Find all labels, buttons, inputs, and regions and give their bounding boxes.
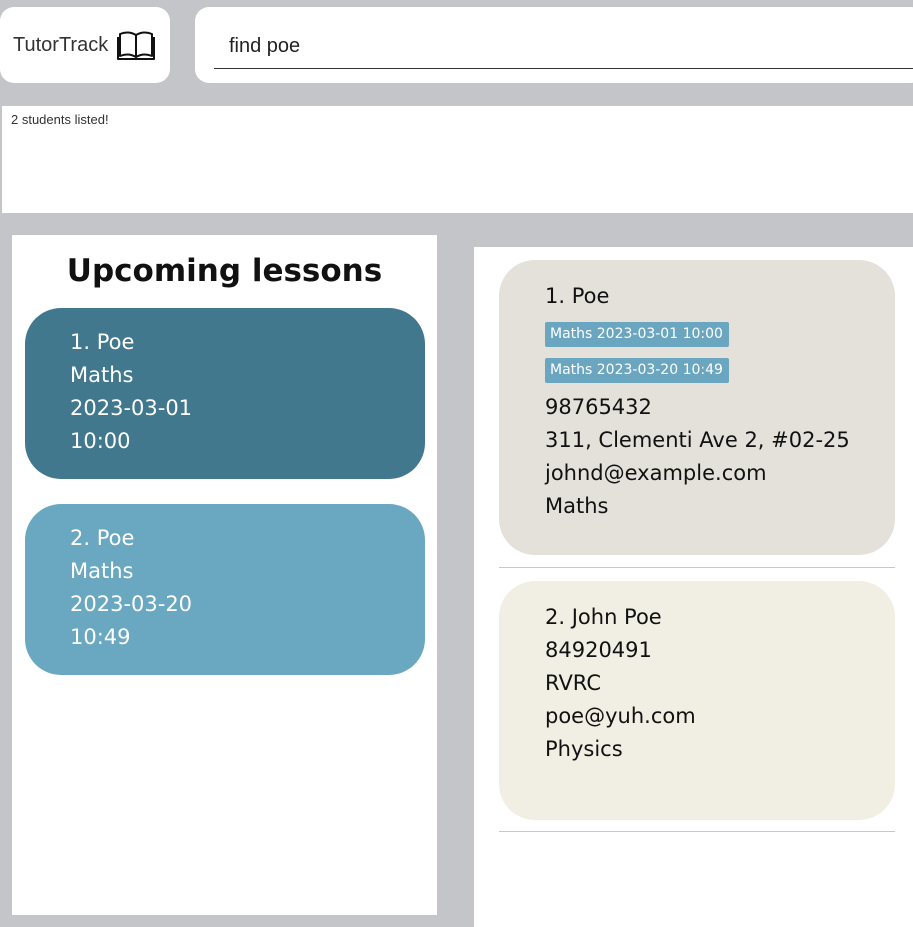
app-name: TutorTrack	[13, 33, 109, 56]
student-card[interactable]: 2. John Poe 84920491 RVRC poe@yuh.com Ph…	[499, 581, 895, 820]
student-email: poe@yuh.com	[545, 704, 696, 728]
lesson-index: 2. Poe	[70, 526, 135, 550]
student-phone: 84920491	[545, 638, 652, 662]
lesson-time: 10:49	[70, 625, 131, 649]
list-divider	[499, 831, 895, 832]
lesson-date: 2023-03-01	[70, 396, 193, 420]
lesson-card[interactable]: 2. Poe Maths 2023-03-20 10:49	[25, 504, 425, 675]
open-book-icon	[117, 31, 156, 60]
lesson-tag: Maths 2023-03-01 10:00	[545, 322, 729, 347]
command-box	[195, 7, 913, 83]
command-input[interactable]	[214, 25, 913, 69]
lesson-time: 10:00	[70, 429, 131, 453]
student-header: 1. Poe	[545, 284, 610, 308]
student-subject: Maths	[545, 494, 609, 518]
lessons-title: Upcoming lessons	[66, 253, 383, 289]
student-header: 2. John Poe	[545, 605, 662, 629]
lesson-subject: Maths	[70, 363, 134, 387]
lesson-index: 1. Poe	[70, 330, 135, 354]
list-divider	[499, 567, 895, 568]
result-message: 2 students listed!	[11, 112, 109, 127]
student-address: RVRC	[545, 671, 602, 695]
student-subject: Physics	[545, 737, 623, 761]
result-display: 2 students listed!	[2, 106, 913, 213]
lesson-subject: Maths	[70, 559, 134, 583]
student-list-panel: 1. Poe Maths 2023-03-01 10:00 Maths 2023…	[474, 247, 913, 927]
student-card[interactable]: 1. Poe Maths 2023-03-01 10:00 Maths 2023…	[499, 260, 895, 555]
app-logo-box: TutorTrack	[0, 7, 170, 83]
student-phone: 98765432	[545, 395, 652, 419]
lesson-date: 2023-03-20	[70, 592, 193, 616]
student-email: johnd@example.com	[545, 461, 767, 485]
lesson-tag: Maths 2023-03-20 10:49	[545, 358, 729, 383]
lesson-card[interactable]: 1. Poe Maths 2023-03-01 10:00	[25, 308, 425, 479]
upcoming-lessons-panel: Upcoming lessons 1. Poe Maths 2023-03-01…	[12, 235, 437, 915]
lesson-tags: Maths 2023-03-01 10:00 Maths 2023-03-20 …	[545, 315, 895, 387]
student-address: 311, Clementi Ave 2, #02-25	[545, 428, 850, 452]
